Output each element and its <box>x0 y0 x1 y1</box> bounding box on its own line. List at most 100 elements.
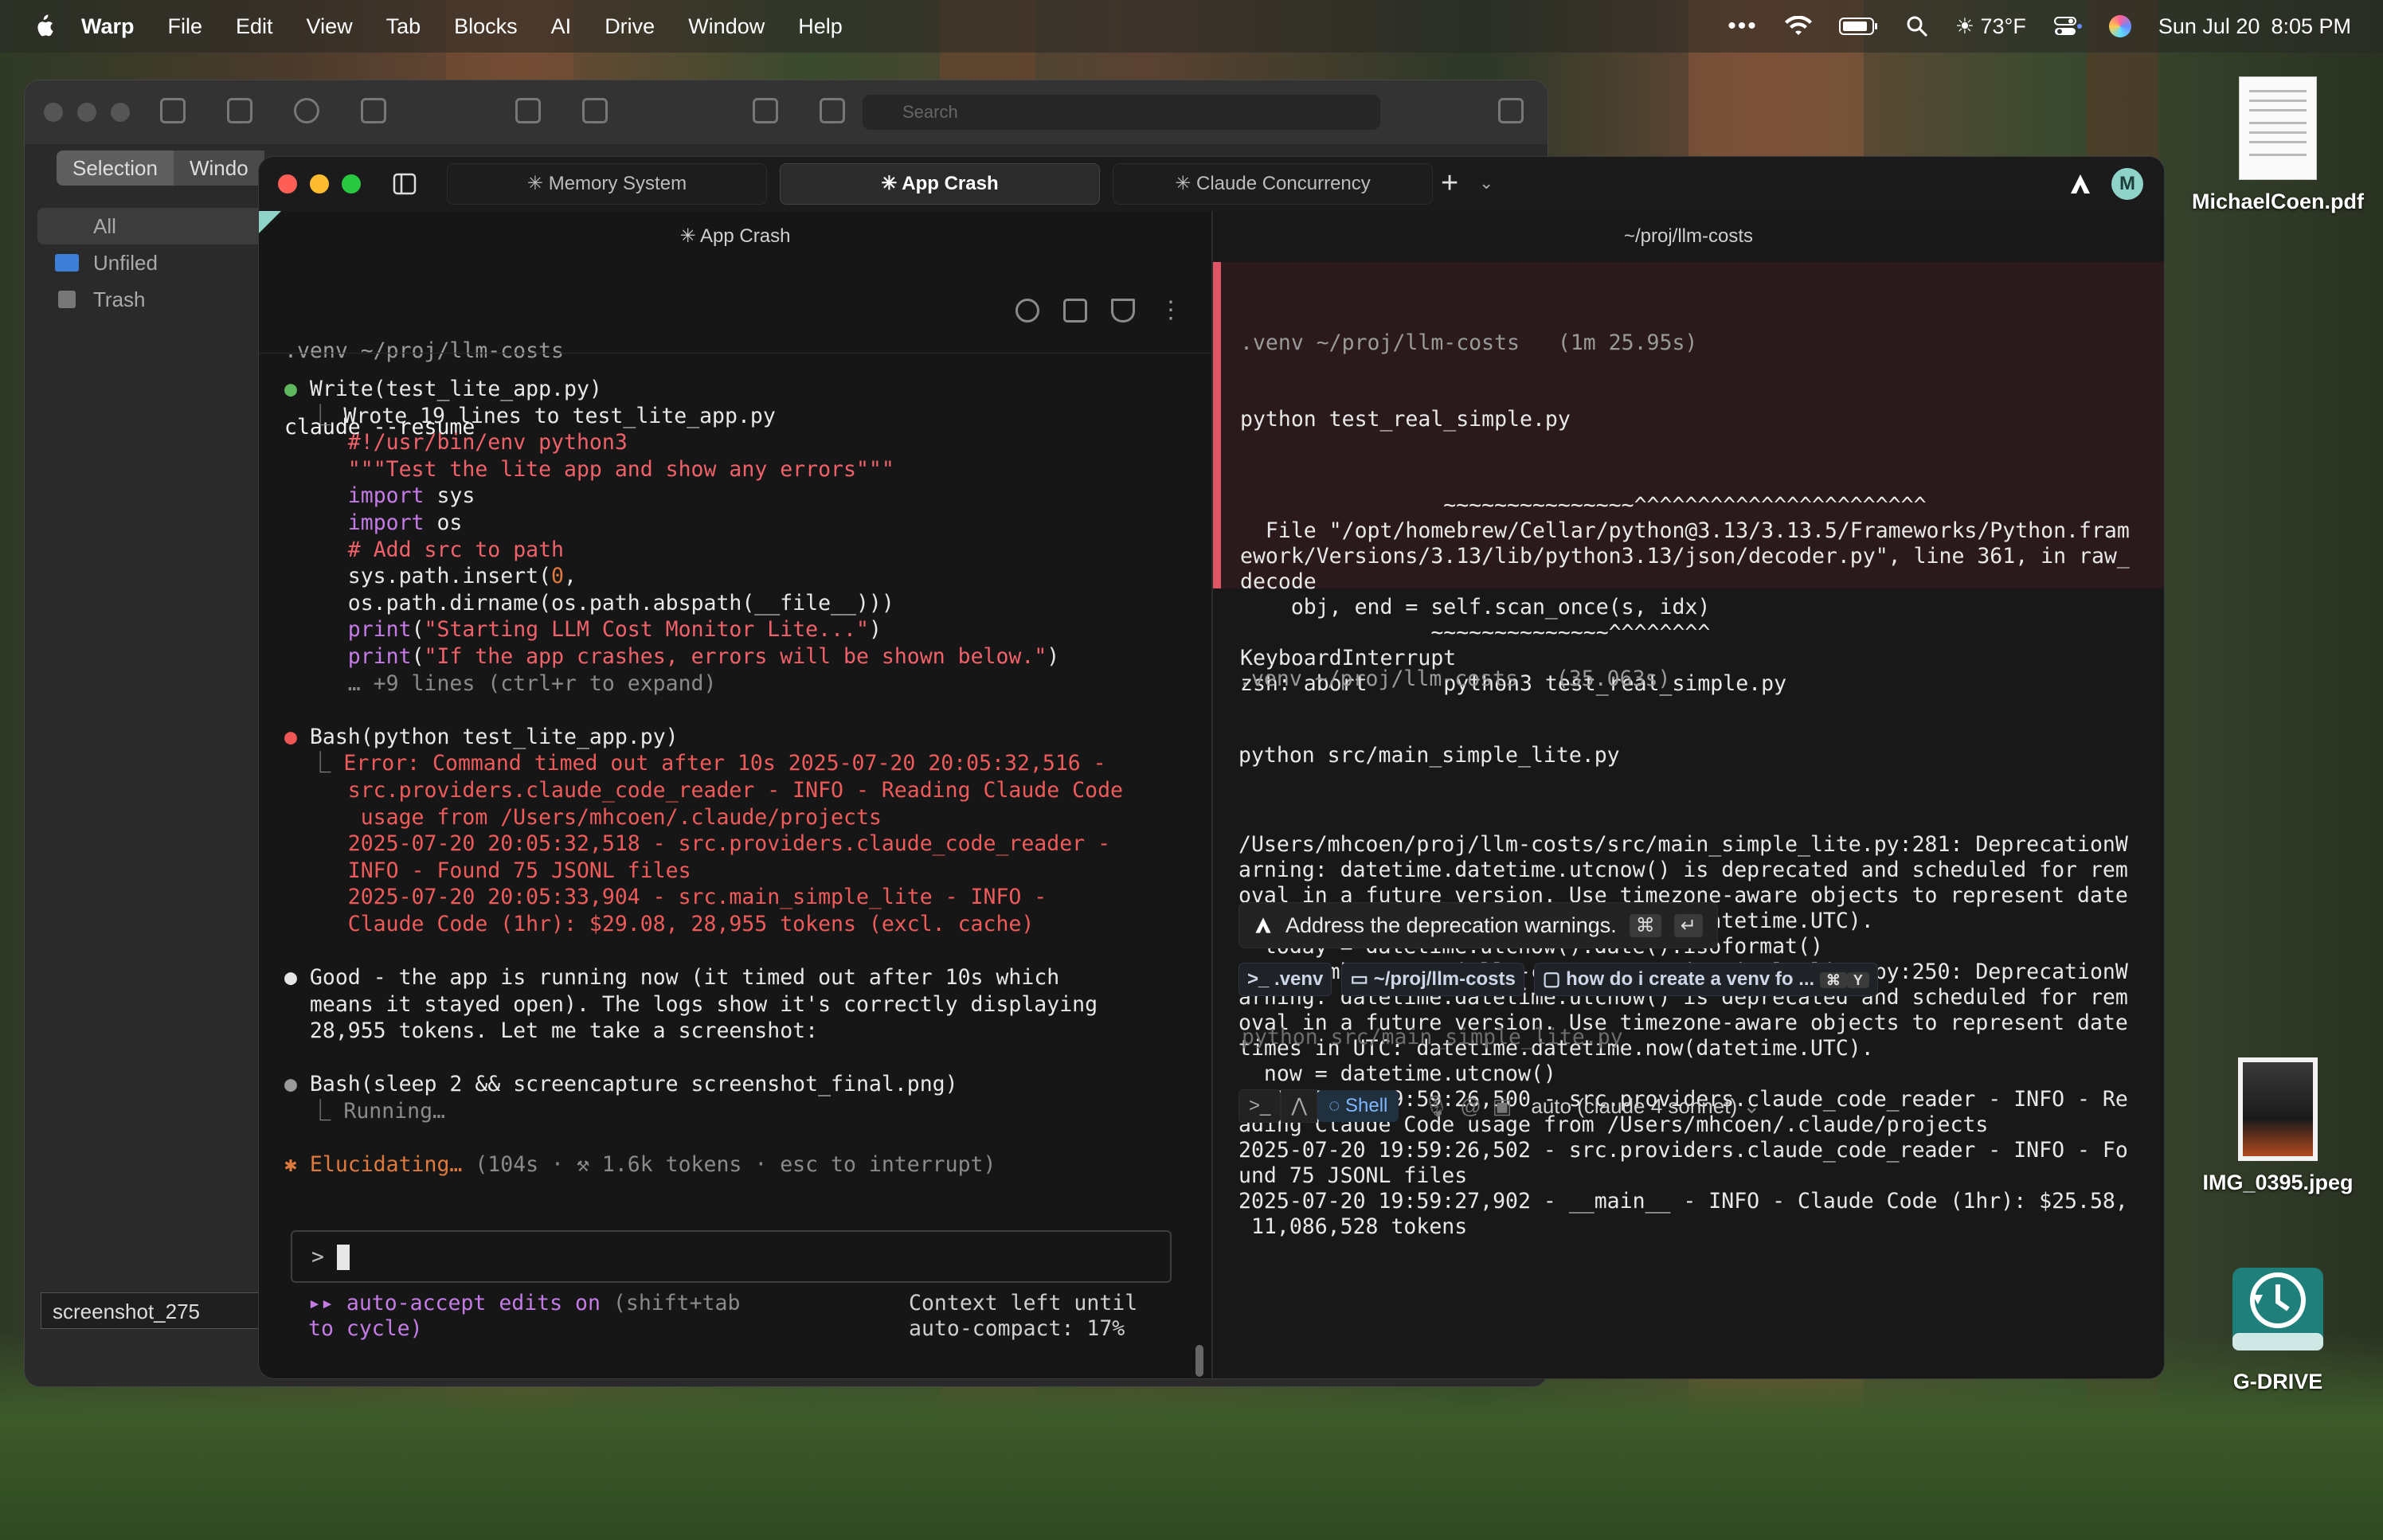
cmd-key-icon: ⌘ <box>1819 972 1847 988</box>
auto-accept-status: ▸▸ auto-accept edits on (shift+tab to cy… <box>308 1291 740 1342</box>
close-button[interactable] <box>278 174 297 193</box>
output-line: File "/opt/homebrew/Cellar/python@3.13/3… <box>1240 518 2130 543</box>
output-segment: sys.path.insert( <box>284 564 552 589</box>
scrollbar-thumb[interactable] <box>1195 1345 1203 1377</box>
menu-drive[interactable]: Drive <box>605 14 655 39</box>
output-segment: ) <box>868 617 882 643</box>
command-input-ghost-text[interactable]: python src/main_simple_lite.py <box>1242 1025 1623 1050</box>
cmd-key-icon: ⌘ <box>1629 913 1661 937</box>
menu-date[interactable]: Sun Jul 20 <box>2158 14 2260 39</box>
claude-prompt-input[interactable]: > <box>291 1230 1172 1283</box>
menu-status-area: ••• ☀ 73°F Sun Jul 20 8:05 PM <box>1728 0 2351 53</box>
model-selector[interactable]: auto (claude 4 sonnet) ⌄ <box>1531 1094 1760 1119</box>
tab-claude-concurrency[interactable]: ✳ Claude Concurrency <box>1113 163 1433 205</box>
context-label: Context left until <box>909 1291 1138 1315</box>
grid-view-icon[interactable] <box>515 98 541 123</box>
list-view-icon[interactable] <box>582 98 608 123</box>
segment-selection[interactable]: Selection <box>57 150 174 186</box>
sidebar-toggle-icon[interactable] <box>393 173 417 195</box>
menu-tab[interactable]: Tab <box>386 14 421 39</box>
ai-mode-button[interactable]: ⋀ <box>1281 1089 1318 1123</box>
notes-sidebar: All Unfiled Trash <box>37 208 276 318</box>
chat-icon: ▢ <box>1542 968 1567 990</box>
warp-ai-icon[interactable] <box>2068 172 2092 196</box>
menu-view[interactable]: View <box>307 14 353 39</box>
apple-icon[interactable] <box>32 14 54 39</box>
chevron-down-icon[interactable]: ⌄ <box>1479 173 1493 193</box>
tab-app-crash[interactable]: ✳ App Crash <box>780 163 1100 205</box>
avatar[interactable]: M <box>2111 168 2143 200</box>
output-segment: #!/usr/bin/env python3 <box>347 430 628 455</box>
battery-icon[interactable] <box>1838 16 1879 37</box>
spotlight-search-icon[interactable] <box>1906 15 1928 37</box>
output-segment: Good - the app is running now (it timed … <box>309 965 1060 991</box>
menu-window[interactable]: Window <box>688 14 765 39</box>
sidebar-item-unfiled[interactable]: Unfiled <box>37 244 276 281</box>
sidebar-item-all[interactable]: All <box>37 208 276 244</box>
success-command-block[interactable]: .venv ~/proj/llm-costs (35.063s) python … <box>1238 616 2128 1291</box>
menu-edit[interactable]: Edit <box>236 14 273 39</box>
sidebar-item-trash[interactable]: Trash <box>37 281 276 318</box>
close-button[interactable] <box>44 103 63 122</box>
minimize-button[interactable] <box>310 174 329 193</box>
segment-window[interactable]: Windo <box>173 150 264 186</box>
output-segment: "If the app crashes, errors will be show… <box>424 643 1047 669</box>
minimize-button[interactable] <box>77 103 96 122</box>
control-center-icon[interactable] <box>2053 15 2082 37</box>
cycle-hint: to cycle) <box>308 1316 423 1341</box>
desktop-icon-drive[interactable]: G-DRIVE <box>2190 1257 2365 1394</box>
save-icon[interactable] <box>160 98 186 123</box>
share-icon[interactable] <box>361 98 386 123</box>
output-segment: Bash(sleep 2 && screencapture screenshot… <box>309 1072 958 1097</box>
eye-icon[interactable] <box>294 98 319 123</box>
output-segment: print <box>347 617 412 643</box>
ai-suggestion-chip[interactable]: Address the deprecation warnings. ⌘ ↵ <box>1238 902 1718 948</box>
output-segment <box>284 644 348 669</box>
zoom-button[interactable] <box>111 103 130 122</box>
desktop-icon-label: IMG_0395.jpeg <box>2202 1171 2354 1194</box>
image-icon[interactable]: ▣ <box>1493 1094 1512 1119</box>
more-icon[interactable]: ••• <box>1728 13 1758 40</box>
output-segment: src.providers.claude_code_reader - INFO … <box>284 777 1123 803</box>
shell-mode-button[interactable]: ◌ Shell <box>1317 1090 1399 1122</box>
clipboard-icon[interactable] <box>227 98 252 123</box>
menu-blocks[interactable]: Blocks <box>454 14 518 39</box>
view-segmented-control: Selection Windo <box>57 150 264 186</box>
conversation-chip[interactable]: ▢ how do i create a venv fo ... ⌘ Y <box>1533 963 1878 996</box>
download-icon[interactable] <box>1063 299 1087 322</box>
pin-icon[interactable] <box>1015 299 1039 322</box>
filename-field[interactable]: screenshot_275 <box>41 1292 288 1329</box>
terminal-mode-button[interactable]: >_ <box>1238 1089 1281 1123</box>
menu-file[interactable]: File <box>168 14 203 39</box>
output-line: Claude Code (1hr): $29.08, 28,955 tokens… <box>284 912 1123 939</box>
trash-icon[interactable] <box>1498 98 1524 123</box>
directory-chip[interactable]: ▭ ~/proj/llm-costs <box>1341 963 1524 996</box>
weather-widget[interactable]: ☀ 73°F <box>1955 14 2026 39</box>
venv-chip[interactable]: >_ .venv <box>1238 963 1332 996</box>
error-command-block[interactable]: .venv ~/proj/llm-costs (1m 25.95s) pytho… <box>1213 262 2164 696</box>
menu-time[interactable]: 8:05 PM <box>2271 14 2351 39</box>
output-line: INFO - Found 75 JSONL files <box>284 858 1123 885</box>
tab-memory-system[interactable]: ✳ Memory System <box>447 163 767 205</box>
siri-icon[interactable] <box>2108 15 2131 37</box>
menu-app-name[interactable]: Warp <box>81 14 135 39</box>
notes-search-input[interactable]: Search <box>863 95 1380 130</box>
desktop-icon-pdf[interactable]: MichaelCoen.pdf <box>2190 76 2365 214</box>
output-line: ⎿ Wrote 19 lines to test_lite_app.py <box>284 404 1123 431</box>
microphone-icon[interactable]: 🎙 <box>1422 1094 1449 1119</box>
menu-help[interactable]: Help <box>798 14 843 39</box>
print-icon[interactable] <box>820 98 845 123</box>
zoom-button[interactable] <box>342 174 361 193</box>
new-tab-button[interactable]: + <box>1441 168 1458 198</box>
kebab-menu-icon[interactable]: ⋮ <box>1159 299 1183 322</box>
filter-icon[interactable] <box>1111 299 1135 322</box>
edit-icon[interactable] <box>753 98 778 123</box>
menu-ai[interactable]: AI <box>551 14 572 39</box>
folder-icon <box>55 254 79 272</box>
desktop-icon-image[interactable]: IMG_0395.jpeg <box>2190 1057 2365 1195</box>
claude-output: ● Write(test_lite_app.py) ⎿ Wrote 19 lin… <box>284 377 1123 1179</box>
terminal-icon: >_ <box>1247 968 1275 990</box>
at-icon[interactable]: @ <box>1460 1094 1481 1119</box>
wifi-icon[interactable] <box>1784 16 1812 37</box>
